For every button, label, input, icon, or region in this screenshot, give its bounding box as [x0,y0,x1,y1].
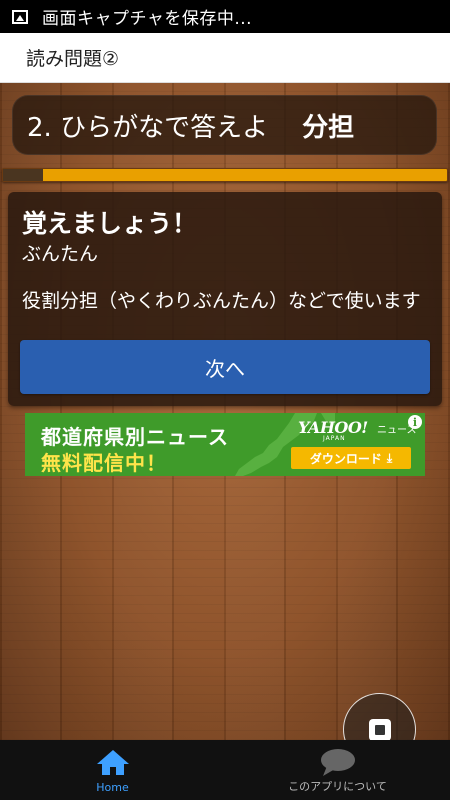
bottom-nav: Home このアプリについて [0,740,450,800]
question-word: 分担 [302,112,355,143]
ad-banner[interactable]: 都道府県別ニュース 無料配信中！ YAHOO! JAPAN ニュース i ダウン… [25,413,425,476]
chat-bubble-icon [320,749,355,776]
progress-bar [2,168,448,182]
answer-card: 覚えましょう！ ぶんたん 役割分担（やくわりぶんたん）などで使います 次へ [8,192,442,406]
nav-item-home[interactable]: Home [0,740,225,800]
ad-headline: 都道府県別ニュース [41,425,229,449]
stop-icon [368,718,391,741]
ad-subheadline: 無料配信中！ [41,451,167,475]
screenshot-icon [12,9,28,24]
status-bar: 画面キャプチャを保存中... [0,0,450,33]
question-bar: 2. ひらがなで答えよ 分担 [12,95,437,155]
ad-download-button[interactable]: ダウンロード ⤓ [291,447,411,469]
next-button[interactable]: 次へ [20,340,430,394]
yahoo-logo-sub: JAPAN [323,435,346,442]
home-icon [96,750,129,775]
info-icon[interactable]: i [408,415,422,429]
answer-heading: 覚えましょう！ [22,209,198,238]
answer-explanation: 役割分担（やくわりぶんたん）などで使います [22,290,421,312]
progress-fill [3,169,43,181]
nav-label-about: このアプリについて [288,780,387,793]
status-text: 画面キャプチャを保存中... [42,9,253,29]
app-title-bar: 読み問題② [0,33,450,83]
nav-item-about[interactable]: このアプリについて [225,740,450,800]
download-icon: ⤓ [386,450,393,465]
nav-label-home: Home [96,781,129,794]
ad-download-label: ダウンロード [309,451,382,466]
question-prompt: 2. ひらがなで答えよ [27,112,269,143]
answer-reading: ぶんたん [22,243,99,265]
page-title: 読み問題② [26,48,120,70]
